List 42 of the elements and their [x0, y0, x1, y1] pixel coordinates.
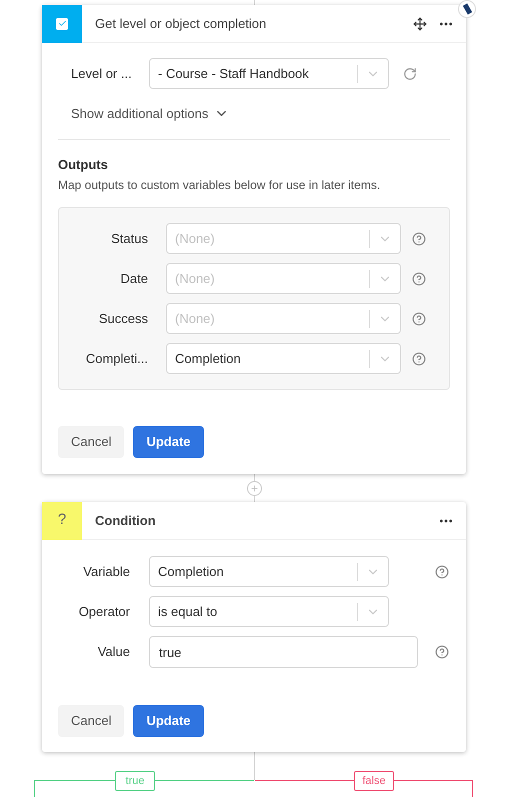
- help-icon[interactable]: [412, 352, 426, 366]
- help-icon[interactable]: [412, 272, 426, 286]
- help-icon[interactable]: [435, 564, 449, 578]
- move-icon[interactable]: [413, 16, 427, 30]
- select-value: Completion: [174, 350, 242, 368]
- help-icon[interactable]: [412, 312, 426, 326]
- plus-icon: [250, 484, 258, 492]
- update-button[interactable]: Update: [133, 705, 204, 737]
- branch-label: true: [115, 771, 155, 791]
- refresh-icon[interactable]: [403, 66, 417, 80]
- value-input[interactable]: true: [149, 636, 418, 668]
- section-description: Map outputs to custom variables below for use in later items.: [58, 177, 382, 194]
- field-label: Level or ...: [70, 64, 133, 83]
- select-field[interactable]: Completion: [149, 556, 389, 587]
- select-placeholder: (None): [174, 230, 216, 248]
- field-label: Variable: [82, 562, 130, 581]
- field-label: Success: [98, 310, 148, 328]
- select-field[interactable]: - Course - Staff Handbook: [149, 58, 389, 89]
- select-field[interactable]: Completion: [166, 343, 401, 374]
- avatar-icon[interactable]: [458, 0, 476, 18]
- card-title: Condition: [95, 512, 157, 530]
- select-value: Completion: [157, 562, 225, 581]
- section-heading: Outputs: [58, 156, 109, 174]
- cancel-button[interactable]: Cancel: [58, 705, 124, 737]
- field-label: Status: [110, 230, 148, 248]
- help-icon[interactable]: [435, 645, 449, 659]
- select-field[interactable]: is equal to: [149, 596, 389, 627]
- field-label: Value: [96, 643, 130, 662]
- field-label: Operator: [78, 602, 130, 621]
- branch-label: false: [354, 771, 394, 791]
- select-placeholder: (None): [174, 310, 216, 328]
- field-label: Date: [120, 270, 148, 288]
- select-value: is equal to: [157, 602, 218, 621]
- select-placeholder: (None): [174, 270, 216, 288]
- show-options-toggle[interactable]: Show additional options: [71, 104, 230, 124]
- select-value: - Course - Staff Handbook: [157, 64, 310, 83]
- help-icon[interactable]: [412, 232, 426, 246]
- card-title: Get level or object completion: [95, 14, 268, 33]
- cancel-button[interactable]: Cancel: [58, 426, 124, 458]
- question-mark: ?: [58, 510, 66, 530]
- field-label: Completi...: [84, 350, 148, 368]
- update-button[interactable]: Update: [133, 426, 204, 458]
